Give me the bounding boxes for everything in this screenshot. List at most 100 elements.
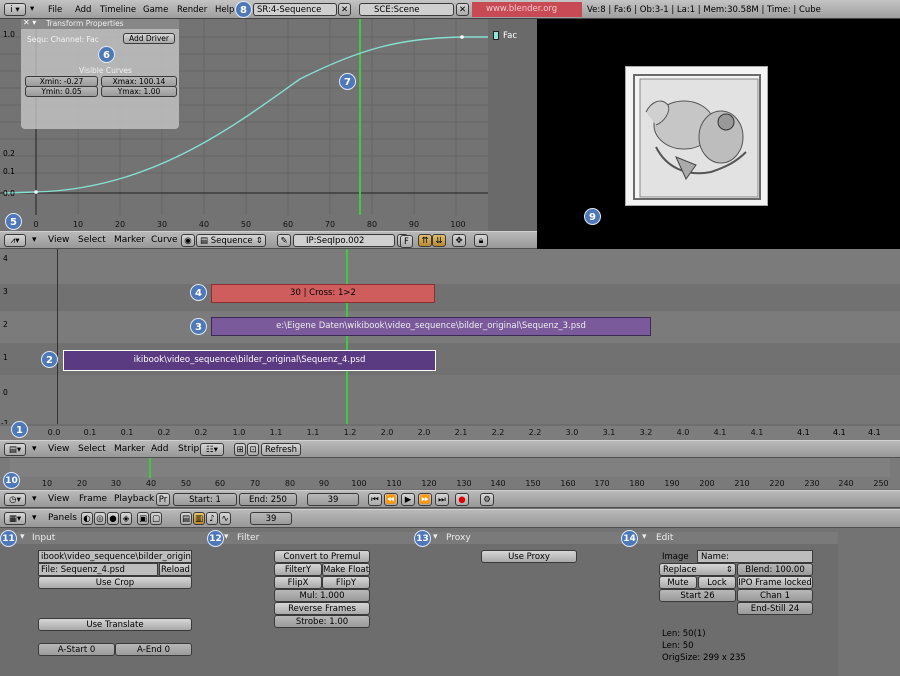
a-end-field[interactable]: A-End 0: [115, 643, 192, 656]
copy-icon[interactable]: ⇈: [418, 234, 432, 247]
ipo-menu-marker[interactable]: Marker: [114, 235, 145, 245]
scene-context-icon[interactable]: ▢: [150, 512, 162, 525]
image-strip-sequenz-4[interactable]: ikibook\video_sequence\bilder_original\S…: [63, 350, 436, 371]
seq-menu-marker[interactable]: Marker: [114, 444, 145, 454]
collapse-menus-icon[interactable]: ▾: [32, 494, 37, 504]
menu-game[interactable]: Game: [143, 5, 168, 15]
preview-range-button[interactable]: Pr: [156, 493, 170, 506]
lock-icon[interactable]: 🔒︎: [474, 234, 488, 247]
ipo-menu-view[interactable]: View: [48, 235, 69, 245]
panel-collapse-icon[interactable]: ▾: [642, 532, 647, 542]
current-frame-field[interactable]: 39: [307, 493, 359, 506]
object-context-icon[interactable]: ◈: [120, 512, 132, 525]
filter-panel-header[interactable]: ▾ Filter: [207, 532, 418, 544]
image-strip-sequenz-3[interactable]: e:\Eigene Daten\wikibook\video_sequence\…: [211, 317, 651, 336]
ipo-block-field[interactable]: IP:SeqIpo.002: [293, 234, 395, 247]
input-panel-header[interactable]: ▾ Input: [0, 532, 207, 544]
screen-delete-button[interactable]: ✕: [338, 3, 351, 16]
filtery-toggle[interactable]: FilterY: [274, 563, 322, 576]
zoom-icon[interactable]: ⊞: [234, 443, 246, 456]
jump-start-icon[interactable]: ⏮: [368, 493, 382, 506]
collapse-menus-icon[interactable]: ▾: [30, 4, 34, 14]
chan-field[interactable]: Chan 1: [737, 589, 813, 602]
close-icon[interactable]: ✕ ▾: [23, 19, 36, 27]
end-frame-field[interactable]: End: 250: [239, 493, 297, 506]
reload-button[interactable]: Reload: [159, 563, 192, 576]
ipo-type-selector[interactable]: ▤ Sequence ⇕: [196, 234, 266, 247]
jump-end-icon[interactable]: ⏭: [435, 493, 449, 506]
collapse-menus-icon[interactable]: ▾: [32, 444, 37, 454]
edit-panel-header[interactable]: ▾ Edit: [628, 532, 838, 544]
fac-channel-swatch[interactable]: [493, 31, 499, 40]
paste-icon[interactable]: ⇊: [432, 234, 446, 247]
buttons-frame-field[interactable]: 39: [250, 512, 292, 525]
menu-render[interactable]: Render: [177, 5, 207, 15]
script-context-icon[interactable]: ◎: [94, 512, 106, 525]
convert-premul-toggle[interactable]: Convert to Premul: [274, 550, 370, 563]
ipo-menu-select[interactable]: Select: [78, 235, 106, 245]
scene-selector[interactable]: SCE:Scene: [359, 3, 454, 16]
screen-selector[interactable]: SR:4-Sequence: [253, 3, 337, 16]
menu-add[interactable]: Add: [75, 5, 91, 15]
logic-context-icon[interactable]: ◐: [81, 512, 93, 525]
collapse-menus-icon[interactable]: ▾: [32, 513, 37, 523]
anim-icon[interactable]: ∿: [219, 512, 231, 525]
ipo-menu-curve[interactable]: Curve: [151, 235, 178, 245]
sequencer-buttons-icon[interactable]: ▥: [193, 512, 205, 525]
proxy-panel-header[interactable]: ▾ Proxy: [418, 532, 628, 544]
panel-collapse-icon[interactable]: ▾: [224, 532, 229, 542]
editor-type-button[interactable]: i ▾: [4, 3, 26, 16]
record-icon[interactable]: ●: [455, 493, 469, 506]
shading-context-icon[interactable]: ●: [107, 512, 119, 525]
flipx-toggle[interactable]: FlipX: [274, 576, 322, 589]
lock-toggle[interactable]: Lock: [698, 576, 736, 589]
render-icon[interactable]: ▤: [180, 512, 192, 525]
seq-editor-type-button[interactable]: ▤▾: [4, 443, 26, 456]
next-keyframe-icon[interactable]: ⏩: [418, 493, 432, 506]
panel-collapse-icon[interactable]: ▾: [20, 532, 25, 542]
a-start-field[interactable]: A-Start 0: [38, 643, 115, 656]
use-translate-toggle[interactable]: Use Translate: [38, 618, 192, 631]
ymax-field[interactable]: Ymax: 1.00: [101, 86, 177, 97]
seq-menu-strip[interactable]: Strip: [178, 444, 199, 454]
menu-timeline[interactable]: Timeline: [100, 5, 136, 15]
scene-delete-button[interactable]: ✕: [456, 3, 469, 16]
display-mode-selector[interactable]: ☷▾: [200, 443, 224, 456]
play-icon[interactable]: ▶: [401, 493, 415, 506]
bw-editor-type-button[interactable]: ▦▾: [4, 512, 26, 525]
refresh-button[interactable]: Refresh: [261, 443, 301, 456]
seq-menu-select[interactable]: Select: [78, 444, 106, 454]
add-driver-button[interactable]: Add Driver: [123, 33, 175, 44]
end-still-field[interactable]: End-Still 24: [737, 602, 813, 615]
start-field[interactable]: Start 26: [659, 589, 736, 602]
strip-name-field[interactable]: Name:: [697, 550, 813, 563]
home-view-icon[interactable]: ✥: [452, 234, 466, 247]
use-crop-toggle[interactable]: Use Crop: [38, 576, 192, 589]
seq-menu-add[interactable]: Add: [151, 444, 168, 454]
ipo-curve-editor[interactable]: 1.0 0.2 0.1 0.0 0 10 20 30 40 50 60 70 8…: [0, 19, 537, 231]
collapse-menus-icon[interactable]: ▾: [32, 235, 37, 245]
strobe-field[interactable]: Strobe: 1.00: [274, 615, 370, 628]
sound-icon[interactable]: ♪: [206, 512, 218, 525]
use-proxy-toggle[interactable]: Use Proxy: [481, 550, 577, 563]
panels-menu[interactable]: Panels: [48, 513, 77, 523]
menu-help[interactable]: Help: [215, 5, 234, 15]
mul-field[interactable]: Mul: 1.000: [274, 589, 370, 602]
eye-icon[interactable]: ◉: [181, 234, 195, 247]
sync-icon[interactable]: ⚙: [480, 493, 494, 506]
file-name-field[interactable]: File: Sequenz_4.psd: [38, 563, 158, 576]
panel-collapse-icon[interactable]: ▾: [433, 532, 438, 542]
blend-mode-selector[interactable]: Replace ⇕: [659, 563, 736, 576]
fac-channel-label[interactable]: Fac: [503, 31, 517, 41]
mute-toggle[interactable]: Mute: [659, 576, 697, 589]
tl-menu-frame[interactable]: Frame: [79, 494, 107, 504]
menu-file[interactable]: File: [48, 5, 62, 15]
image-path-field[interactable]: ibook\video_sequence\bilder_original\: [38, 550, 192, 563]
flipy-toggle[interactable]: FlipY: [322, 576, 370, 589]
ipo-frame-locked-toggle[interactable]: IPO Frame locked: [737, 576, 813, 589]
prev-keyframe-icon[interactable]: ⏪: [384, 493, 398, 506]
make-float-toggle[interactable]: Make Float: [322, 563, 370, 576]
tl-editor-type-button[interactable]: ◷▾: [4, 493, 26, 506]
start-frame-field[interactable]: Start: 1: [173, 493, 237, 506]
ymin-field[interactable]: Ymin: 0.05: [25, 86, 98, 97]
